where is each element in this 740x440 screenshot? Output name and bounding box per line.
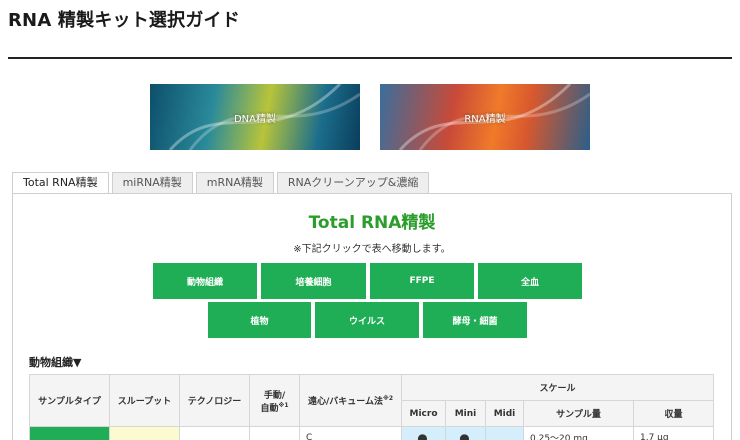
category-button-ffpe[interactable]: FFPE xyxy=(370,263,474,299)
section-heading-animal-tissue[interactable]: 動物組織▼ xyxy=(29,354,81,370)
header-sample-amount: サンプル量 xyxy=(523,400,634,427)
header-manual-auto: 手動/自動※1 xyxy=(249,374,300,427)
banner-label: RNA精製 xyxy=(464,113,506,125)
table-cell xyxy=(179,426,250,440)
table-cell-method: C xyxy=(299,426,402,440)
tab-panel: Total RNA精製 ※下記クリックで表へ移動します。 動物組織 培養細胞 F… xyxy=(12,193,732,440)
header-micro: Micro xyxy=(401,400,446,427)
header-yield: 収量 xyxy=(633,400,714,427)
category-button-yeast-bacteria[interactable]: 酵母・細菌 xyxy=(423,302,527,338)
table-cell-yield: 1.7 μg xyxy=(633,426,714,440)
header-mini: Mini xyxy=(445,400,486,427)
banner-label: DNA精製 xyxy=(233,113,277,125)
table-row: C ● ● 0.25～20 mg 1.7 μg xyxy=(29,426,714,440)
category-button-virus[interactable]: ウイルス xyxy=(315,302,419,338)
title-divider xyxy=(8,57,732,59)
table-cell-midi xyxy=(485,426,524,440)
category-button-cultured-cells[interactable]: 培養細胞 xyxy=(261,263,366,299)
header-throughput: スループット xyxy=(109,374,180,427)
header-sample-type: サンプルタイプ xyxy=(29,374,110,427)
tab-rna-cleanup[interactable]: RNAクリーンアップ&濃縮 xyxy=(276,172,430,193)
table-cell-sample-amount: 0.25～20 mg xyxy=(523,426,634,440)
rna-purification-banner[interactable]: RNA精製 xyxy=(380,84,590,150)
panel-title: Total RNA精製 xyxy=(308,213,436,233)
header-method: 遠心/バキューム法※2 xyxy=(299,374,402,427)
page-title: RNA 精製キット選択ガイド xyxy=(8,10,240,31)
dna-purification-banner[interactable]: DNA精製 xyxy=(150,84,360,150)
table-cell xyxy=(109,426,180,440)
table-cell-micro: ● xyxy=(401,426,446,440)
table-cell-mini: ● xyxy=(445,426,486,440)
header-scale: スケール xyxy=(401,374,714,401)
category-button-whole-blood[interactable]: 全血 xyxy=(478,263,582,299)
table-cell xyxy=(29,426,110,440)
tab-total-rna[interactable]: Total RNA精製 xyxy=(12,172,109,194)
tab-mrna[interactable]: mRNA精製 xyxy=(195,172,274,193)
kit-spec-table: サンプルタイプ スループット テクノロジー 手動/自動※1 遠心/バキューム法※… xyxy=(29,374,714,440)
panel-note: ※下記クリックで表へ移動します。 xyxy=(293,244,451,255)
table-cell xyxy=(249,426,300,440)
category-button-animal-tissue[interactable]: 動物組織 xyxy=(153,263,257,299)
header-technology: テクノロジー xyxy=(179,374,250,427)
tab-mirna[interactable]: miRNA精製 xyxy=(111,172,193,193)
kit-tabs: Total RNA精製 miRNA精製 mRNA精製 RNAクリーンアップ&濃縮 xyxy=(12,172,430,194)
header-midi: Midi xyxy=(485,400,524,427)
category-button-plant[interactable]: 植物 xyxy=(208,302,311,338)
